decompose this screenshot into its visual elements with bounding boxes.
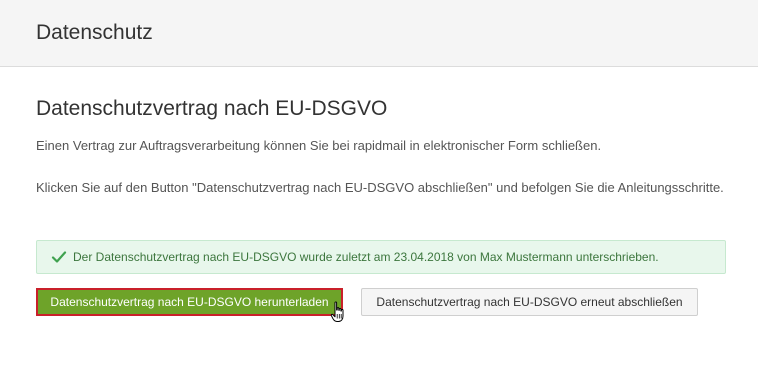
page: Datenschutz Datenschutzvertrag nach EU-D… [0,0,758,373]
success-alert: Der Datenschutzvertrag nach EU-DSGVO wur… [36,240,726,274]
instruction-text: Klicken Sie auf den Button "Datenschutzv… [36,180,724,195]
intro-text: Einen Vertrag zur Auftragsverarbeitung k… [36,138,602,153]
download-contract-button[interactable]: Datenschutzvertrag nach EU-DSGVO herunte… [36,288,343,316]
check-icon [51,250,67,264]
alert-text: Der Datenschutzvertrag nach EU-DSGVO wur… [73,250,659,264]
main-content: Datenschutzvertrag nach EU-DSGVO Einen V… [36,95,726,322]
page-title: Datenschutz [36,21,153,44]
button-row: Datenschutzvertrag nach EU-DSGVO herunte… [36,288,698,316]
page-header: Datenschutz [0,0,758,67]
section-heading: Datenschutzvertrag nach EU-DSGVO [36,97,388,120]
renew-contract-button[interactable]: Datenschutzvertrag nach EU-DSGVO erneut … [361,288,698,316]
hand-cursor-icon [330,301,346,323]
